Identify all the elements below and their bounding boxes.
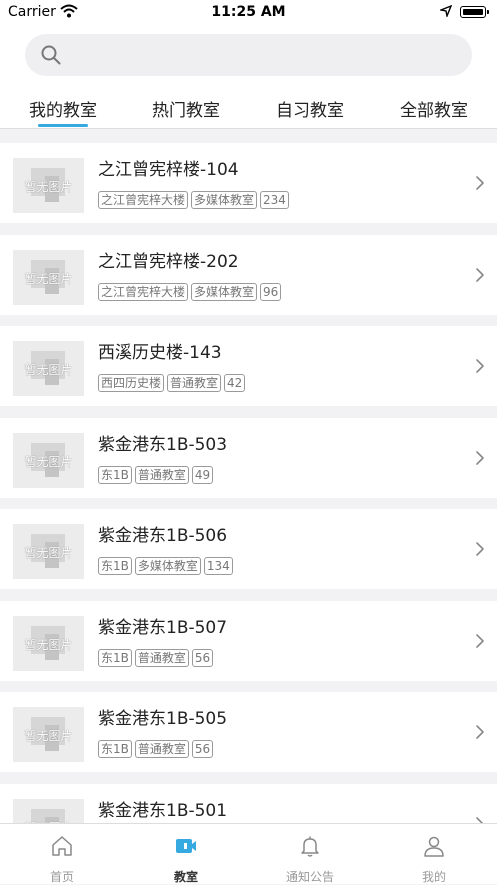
classroom-name: 紫金港东1B-507: [98, 617, 228, 638]
chevron-right-icon: [476, 267, 484, 282]
chevron-right-icon: [476, 725, 484, 739]
classroom-name: 紫金港东1B-503: [98, 434, 228, 455]
chevron-right-icon: [476, 176, 484, 190]
classroom-row[interactable]: 暂无图片 紫金港东1B-503 东1B 普通教室 49: [0, 417, 497, 498]
location-arrow-icon: [440, 5, 452, 17]
classroom-row[interactable]: 暂无图片 之江曾宪梓楼-104 之江曾宪梓大楼 多媒体教室 234: [0, 143, 497, 223]
classroom-thumbnail: 暂无图片: [13, 524, 84, 579]
classroom-icon: [176, 839, 196, 853]
placeholder-text: 暂无图片: [24, 546, 73, 560]
classroom-tags: 东1B 普通教室 56: [98, 648, 216, 669]
tab-my-classrooms[interactable]: 我的教室: [29, 96, 97, 121]
chevron-right-icon: [476, 816, 484, 823]
tab-all-classrooms[interactable]: 全部教室: [400, 96, 468, 121]
classroom-tag: 普通教室: [134, 648, 189, 667]
classroom-tag: 东1B: [98, 557, 132, 575]
classroom-thumbnail: 暂无图片: [13, 341, 84, 396]
nav-mine[interactable]: 我的: [372, 824, 496, 884]
classroom-thumbnail: 暂无图片: [13, 707, 84, 762]
classroom-tag: 多媒体教室: [191, 282, 258, 301]
classroom-tags: 西四历史楼 普通教室 42: [98, 374, 248, 394]
classroom-name: 之江曾宪梓楼-104: [98, 160, 239, 180]
classroom-name: 紫金港东1B-506: [98, 526, 228, 546]
classroom-tags: 之江曾宪梓大楼 多媒体教室 234: [98, 191, 292, 211]
placeholder-text: 暂无图片: [24, 729, 73, 743]
status-bar: Carrier 11:25 AM: [0, 0, 497, 26]
classroom-tag: 普通教室: [134, 465, 189, 484]
tab-popular-classrooms[interactable]: 热门教室: [152, 96, 220, 121]
placeholder-text: 暂无图片: [24, 454, 73, 469]
classroom-tag: 42: [224, 374, 246, 392]
search-area: [0, 26, 497, 86]
classroom-tag: 普通教室: [134, 740, 189, 758]
placeholder-text: 暂无图片: [24, 180, 73, 194]
classroom-thumbnail: 暂无图片: [13, 158, 84, 213]
classroom-name: 紫金港东1B-501: [98, 800, 228, 821]
classroom-name: 西溪历史楼-143: [98, 343, 222, 363]
classroom-tag: 56: [191, 740, 214, 758]
classroom-tag: 多媒体教室: [191, 191, 258, 209]
chevron-right-icon: [476, 450, 484, 465]
battery-icon: [460, 6, 489, 18]
classroom-thumbnail: 暂无图片: [13, 249, 84, 305]
person-icon: [424, 836, 444, 857]
chevron-right-icon: [476, 542, 484, 556]
active-tab-indicator: [38, 124, 88, 127]
nav-notices[interactable]: 通知公告: [248, 824, 372, 884]
classroom-tags: 东1B 普通教室 49: [98, 465, 216, 486]
classroom-tags: 之江曾宪梓大楼 多媒体教室 96: [98, 282, 284, 303]
classroom-tag: 之江曾宪梓大楼: [98, 191, 189, 209]
nav-mine-label: 我的: [421, 870, 446, 884]
search-icon: [41, 45, 61, 65]
tab-study-classrooms[interactable]: 自习教室: [276, 96, 344, 121]
placeholder-text: 暂无图片: [24, 637, 73, 652]
nav-classroom[interactable]: 教室: [124, 824, 248, 884]
classroom-thumbnail: 暂无图片: [13, 615, 84, 671]
classroom-name: 之江曾宪梓楼-202: [98, 251, 239, 272]
tab-bar: 我的教室 热门教室 自习教室 全部教室: [0, 86, 497, 129]
classroom-tags: 东1B 普通教室 56: [98, 740, 216, 760]
classroom-row[interactable]: 暂无图片 紫金港东1B-505 东1B 普通教室 56: [0, 692, 497, 772]
classroom-tag: 西四历史楼: [98, 374, 165, 392]
classroom-tag: 东1B: [98, 740, 132, 758]
classroom-tag: 之江曾宪梓大楼: [98, 282, 189, 301]
classroom-row[interactable]: 暂无图片 紫金港东1B-506 东1B 多媒体教室 134: [0, 509, 497, 589]
classroom-row[interactable]: 暂无图片 之江曾宪梓楼-202 之江曾宪梓大楼 多媒体教室 96: [0, 234, 497, 315]
classroom-tag: 134: [203, 557, 233, 575]
nav-home[interactable]: 首页: [0, 824, 124, 884]
bell-icon: [301, 836, 319, 857]
classroom-tag: 多媒体教室: [134, 557, 201, 575]
nav-home-label: 首页: [49, 870, 74, 884]
classroom-tag: 东1B: [98, 465, 132, 484]
chevron-right-icon: [476, 359, 484, 373]
classroom-tags: 东1B 多媒体教室 134: [98, 557, 236, 577]
placeholder-text: 暂无图片: [24, 363, 73, 377]
classroom-row[interactable]: 暂无图片 紫金港东1B-501: [0, 783, 497, 823]
classroom-row[interactable]: 暂无图片 紫金港东1B-507 东1B 普通教室 56: [0, 600, 497, 681]
classroom-thumbnail: 暂无图片: [13, 432, 84, 488]
search-input[interactable]: [25, 34, 472, 76]
chevron-right-icon: [476, 633, 484, 648]
nav-notices-label: 通知公告: [285, 870, 334, 884]
classroom-list: 暂无图片 之江曾宪梓楼-104 之江曾宪梓大楼 多媒体教室 234 暂无图片 之江曾…: [0, 140, 497, 823]
classroom-tag: 49: [191, 465, 214, 484]
clock: 11:25 AM: [211, 4, 286, 20]
bottom-nav: 首页 教室 通知公告 我的: [0, 823, 497, 884]
home-icon: [52, 836, 72, 856]
classroom-row[interactable]: 暂无图片 西溪历史楼-143 西四历史楼 普通教室 42: [0, 326, 497, 406]
nav-classroom-label: 教室: [173, 870, 198, 884]
classroom-tag: 普通教室: [167, 374, 222, 392]
placeholder-text: 暂无图片: [24, 271, 73, 286]
classroom-tag: 56: [191, 648, 214, 667]
classroom-thumbnail: 暂无图片: [13, 798, 84, 823]
classroom-tag: 东1B: [98, 648, 132, 667]
classroom-name: 紫金港东1B-505: [98, 709, 228, 729]
classroom-tag: 96: [260, 282, 282, 301]
classroom-tag: 234: [260, 191, 289, 209]
